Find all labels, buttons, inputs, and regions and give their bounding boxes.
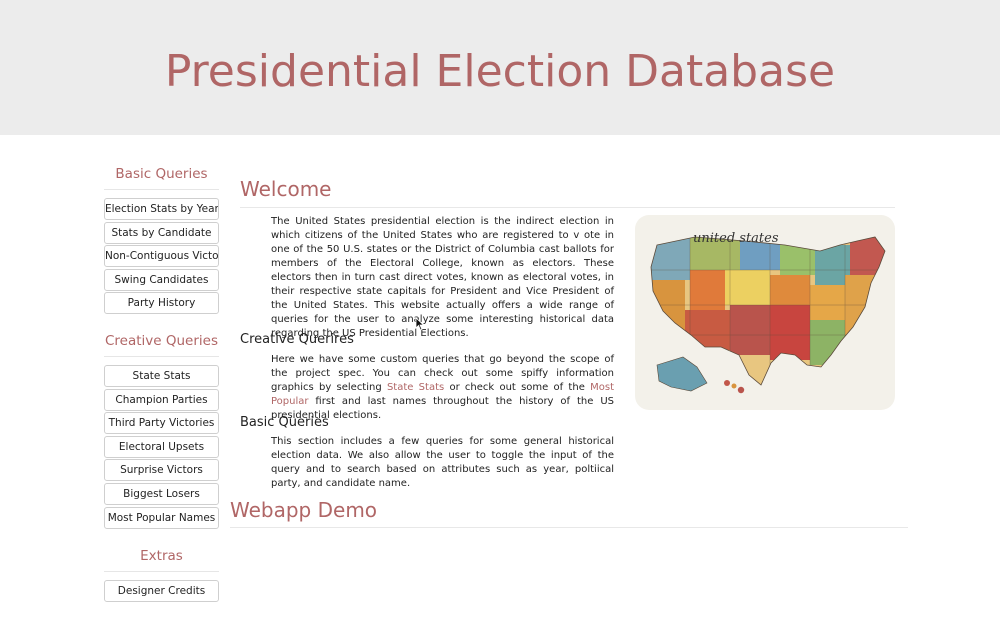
election-stats-by-year-button[interactable]: Election Stats by Year bbox=[104, 198, 219, 220]
stats-by-candidate-button[interactable]: Stats by Candidate bbox=[104, 221, 219, 244]
mouse-cursor-icon bbox=[415, 316, 425, 335]
state-stats-link[interactable]: State Stats bbox=[387, 382, 444, 393]
creative-queries-paragraph: Here we have some custom queries that go… bbox=[271, 353, 614, 423]
map-caption: united states bbox=[693, 231, 779, 246]
third-party-victories-button[interactable]: Third Party Victories bbox=[104, 412, 219, 435]
swing-candidates-button[interactable]: Swing Candidates bbox=[104, 268, 219, 291]
state-stats-button[interactable]: State Stats bbox=[104, 365, 219, 387]
us-watercolor-map-image: united states bbox=[635, 215, 895, 410]
welcome-divider bbox=[240, 207, 895, 208]
party-history-button[interactable]: Party History bbox=[104, 292, 219, 315]
creative-queries-subheading: Creative Querires bbox=[240, 332, 354, 347]
basic-queries-heading: Basic Queries bbox=[104, 165, 219, 190]
basic-queries-group: Basic Queries Election Stats by Year Sta… bbox=[104, 165, 219, 316]
basic-queries-paragraph: This section includes a few queries for … bbox=[271, 436, 614, 489]
demo-divider bbox=[230, 527, 908, 528]
welcome-paragraph: The United States presidential election … bbox=[271, 216, 614, 339]
page-header: Presidential Election Database bbox=[0, 0, 1000, 135]
site-title: Presidential Election Database bbox=[164, 46, 836, 97]
creative-queries-heading: Creative Queries bbox=[104, 332, 219, 357]
basic-queries-subheading: Basic Queries bbox=[240, 415, 329, 430]
surprise-victors-button[interactable]: Surprise Victors bbox=[104, 459, 219, 482]
webapp-demo-title: Webapp Demo bbox=[230, 498, 378, 522]
electoral-upsets-button[interactable]: Electoral Upsets bbox=[104, 435, 219, 458]
designer-credits-button[interactable]: Designer Credits bbox=[104, 580, 219, 602]
non-contiguous-victors-button[interactable]: Non-Contiguous Victors bbox=[104, 245, 219, 268]
extras-group: Extras Designer Credits bbox=[104, 547, 219, 604]
welcome-title: Welcome bbox=[240, 177, 332, 201]
creative-queries-group: Creative Queries State Stats Champion Pa… bbox=[104, 332, 219, 530]
champion-parties-button[interactable]: Champion Parties bbox=[104, 388, 219, 411]
most-popular-names-button[interactable]: Most Popular Names bbox=[104, 506, 219, 529]
extras-heading: Extras bbox=[104, 547, 219, 572]
creative-text-part-2: or check out some of the bbox=[444, 382, 591, 393]
biggest-losers-button[interactable]: Biggest Losers bbox=[104, 482, 219, 505]
